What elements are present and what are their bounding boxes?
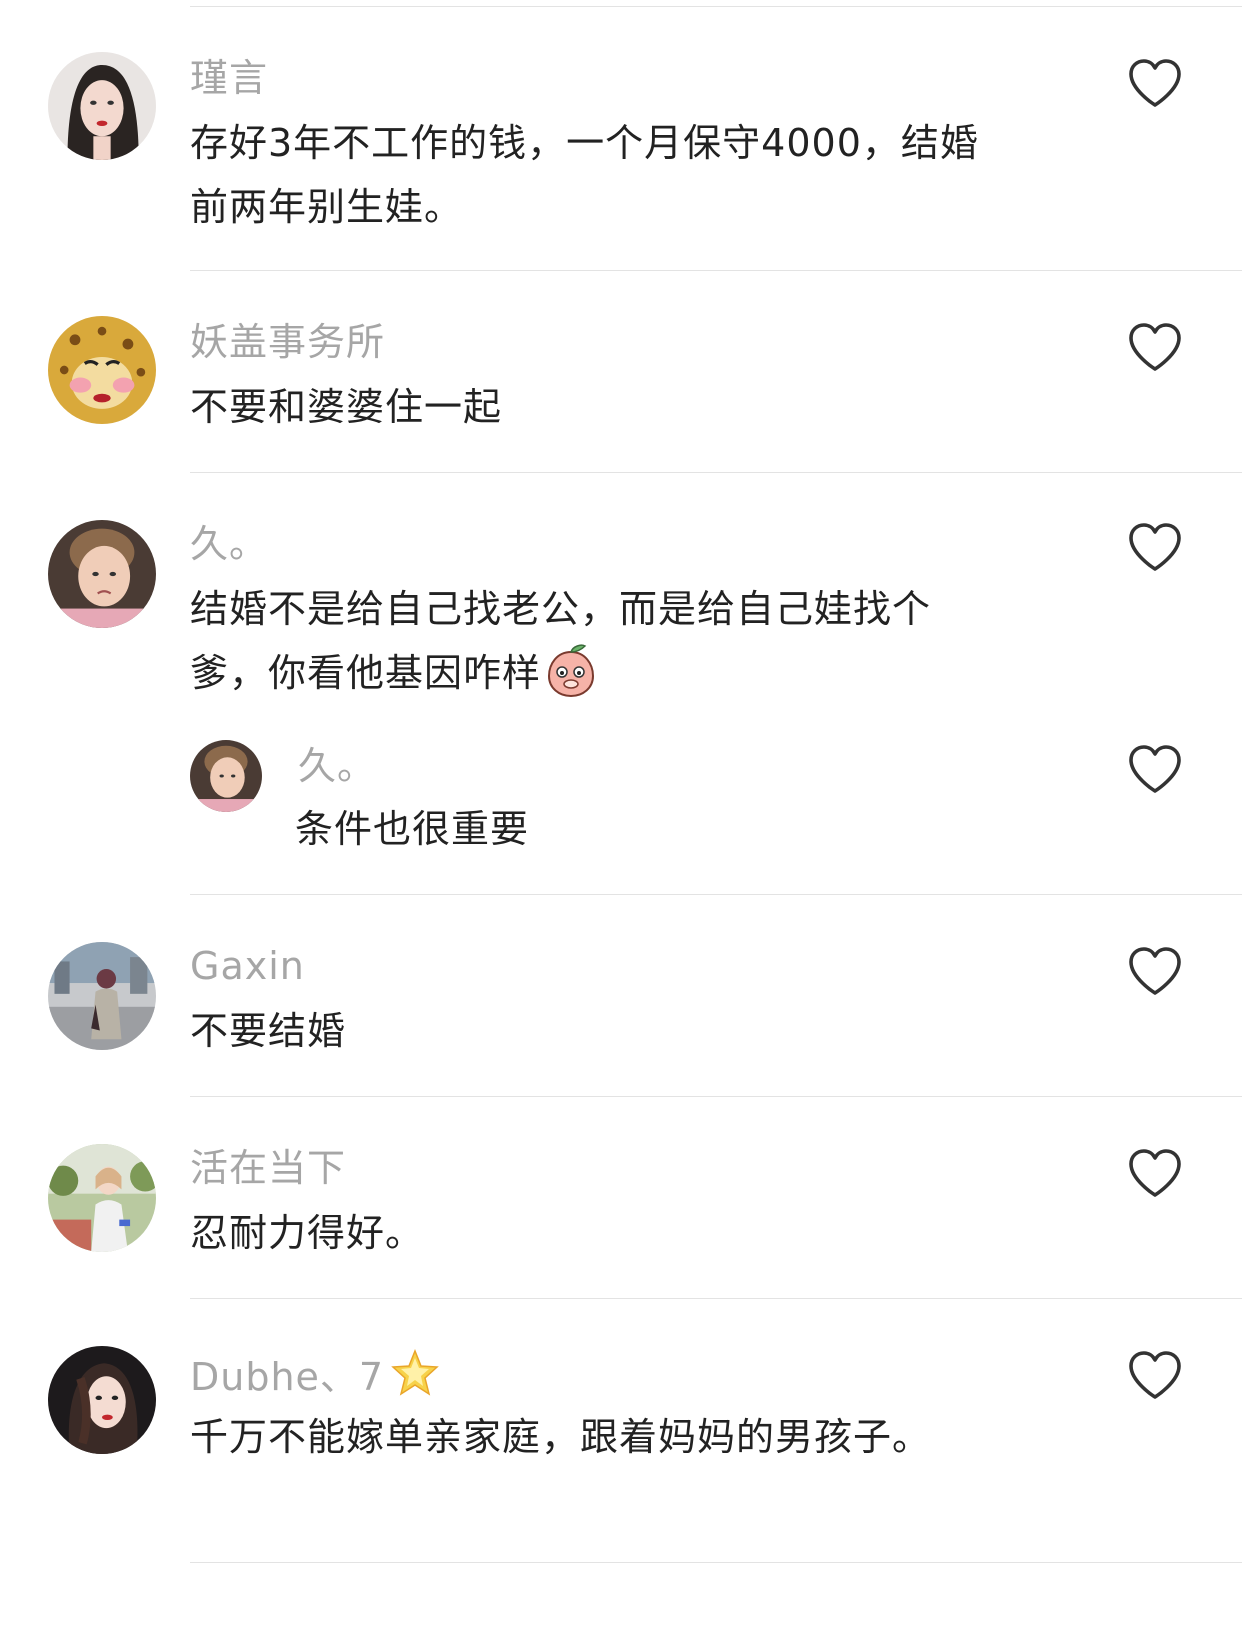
star-icon: [390, 1348, 440, 1398]
heart-outline-icon[interactable]: [1127, 322, 1183, 374]
divider: [190, 1096, 1242, 1097]
heart-outline-icon[interactable]: [1127, 946, 1183, 998]
comment-text: 不要和婆婆住一起: [190, 385, 503, 429]
comment-username[interactable]: Gaxin: [190, 944, 305, 988]
comment-text: 忍耐力得好。: [190, 1211, 425, 1255]
reply-username[interactable]: 久。: [298, 744, 376, 788]
comment-username-row[interactable]: Dubhe、7: [190, 1348, 440, 1399]
comment-text: 前两年别生娃。: [190, 185, 464, 229]
avatar[interactable]: [48, 316, 156, 424]
avatar[interactable]: [48, 942, 156, 1050]
heart-outline-icon[interactable]: [1127, 1350, 1183, 1402]
peach-face-icon: [545, 644, 597, 698]
divider: [190, 6, 1242, 7]
avatar[interactable]: [48, 1346, 156, 1454]
comment-text-line: 爹，你看他基因咋样: [190, 640, 597, 706]
avatar[interactable]: [48, 1144, 156, 1252]
divider: [190, 472, 1242, 473]
avatar[interactable]: [48, 52, 156, 160]
reply-avatar[interactable]: [190, 740, 262, 812]
divider: [190, 1562, 1242, 1563]
heart-outline-icon[interactable]: [1127, 1148, 1183, 1200]
divider: [190, 270, 1242, 271]
heart-outline-icon[interactable]: [1127, 744, 1183, 796]
comment-username[interactable]: 瑾言: [190, 56, 268, 100]
comment-username[interactable]: 久。: [190, 522, 268, 566]
reply-text: 条件也很重要: [295, 807, 530, 851]
comment-username[interactable]: Dubhe、7: [190, 1355, 384, 1399]
comment-text: 千万不能嫁单亲家庭，跟着妈妈的男孩子。: [190, 1415, 932, 1459]
heart-outline-icon[interactable]: [1127, 58, 1183, 110]
comment-list: 瑾言 存好3年不工作的钱，一个月保守4000，结婚 前两年别生娃。 妖盖事务所 …: [0, 0, 1242, 1631]
heart-outline-icon[interactable]: [1127, 522, 1183, 574]
comment-username[interactable]: 妖盖事务所: [190, 320, 385, 364]
divider: [190, 1298, 1242, 1299]
avatar[interactable]: [48, 520, 156, 628]
comment-text: 存好3年不工作的钱，一个月保守4000，结婚: [190, 121, 979, 165]
comment-username[interactable]: 活在当下: [190, 1146, 346, 1190]
comment-text: 结婚不是给自己找老公，而是给自己娃找个: [190, 587, 932, 631]
comment-text: 爹，你看他基因咋样: [190, 651, 542, 695]
divider: [190, 894, 1242, 895]
comment-text: 不要结婚: [190, 1009, 347, 1053]
